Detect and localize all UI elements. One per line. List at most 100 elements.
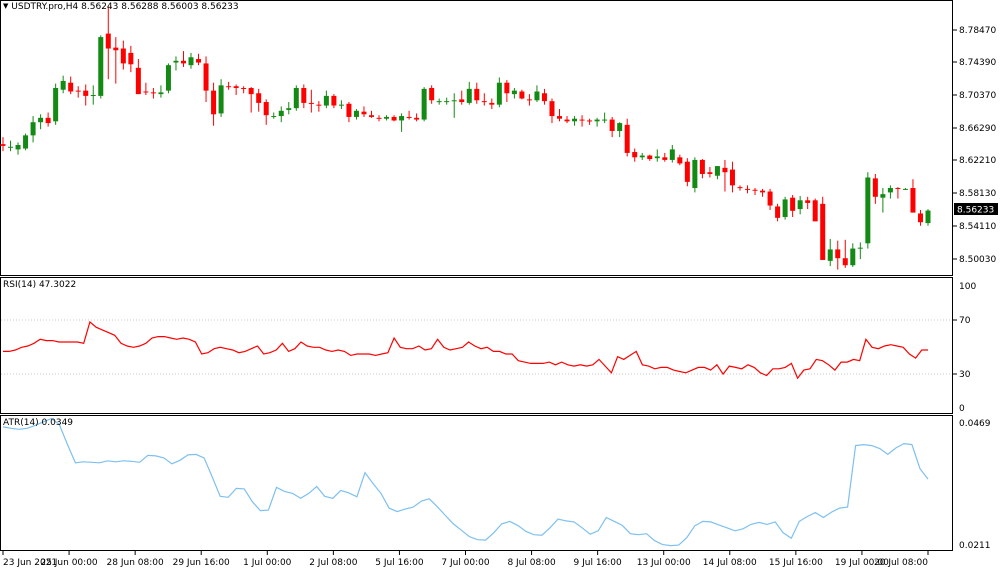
time-axis-label: 9 Jul 16:00 bbox=[574, 558, 623, 568]
price-axis-label: 8.66290 bbox=[959, 124, 996, 134]
ohlc-values: 8.56243 8.56288 8.56003 8.56233 bbox=[81, 2, 239, 12]
candle bbox=[406, 110, 412, 120]
candle bbox=[624, 118, 630, 157]
time-axis-label: 8 Jul 08:00 bbox=[507, 558, 556, 568]
candle bbox=[557, 109, 563, 122]
candle bbox=[587, 118, 593, 125]
candle bbox=[83, 84, 89, 106]
candle bbox=[203, 56, 209, 103]
candle bbox=[865, 172, 871, 249]
candle bbox=[429, 85, 435, 104]
candle bbox=[451, 93, 457, 118]
price-panel-frame bbox=[0, 0, 953, 276]
candle bbox=[293, 85, 299, 111]
candle bbox=[707, 166, 713, 178]
rsi-indicator-label: RSI(14) 47.3022 bbox=[3, 280, 77, 290]
price-axis-label: 8.70370 bbox=[959, 91, 996, 101]
candle bbox=[256, 88, 262, 112]
candle bbox=[880, 188, 886, 213]
candle bbox=[887, 185, 893, 199]
rsi-axis: 100 70 30 0 bbox=[953, 282, 976, 414]
price-axis-label: 8.54110 bbox=[959, 222, 996, 232]
symbol-timeframe: USDTRY.pro,H4 bbox=[11, 2, 79, 12]
candle bbox=[346, 102, 352, 123]
candle bbox=[511, 87, 517, 99]
candle bbox=[323, 90, 329, 109]
candle bbox=[827, 238, 833, 267]
candle bbox=[519, 89, 525, 100]
rsi-axis-label: 0 bbox=[959, 404, 965, 414]
candle bbox=[271, 112, 277, 119]
candle bbox=[609, 116, 615, 138]
candle bbox=[135, 59, 141, 95]
candle bbox=[180, 51, 186, 67]
rsi-axis-label: 100 bbox=[959, 282, 976, 292]
candle bbox=[75, 86, 81, 98]
candle bbox=[331, 94, 337, 109]
chart-window[interactable]: 8.78470 8.74390 8.70370 8.66290 8.62210 … bbox=[0, 0, 1000, 569]
candle bbox=[196, 53, 202, 66]
candle bbox=[173, 56, 179, 71]
candle bbox=[760, 188, 766, 197]
candle bbox=[842, 239, 848, 268]
candle bbox=[263, 99, 269, 125]
candle bbox=[549, 98, 555, 124]
rsi-line bbox=[3, 320, 928, 380]
candle bbox=[286, 102, 292, 115]
symbol-header: ▼ USDTRY.pro,H4 8.56243 8.56288 8.56003 … bbox=[3, 2, 239, 12]
candle bbox=[654, 149, 660, 162]
candle bbox=[722, 159, 728, 192]
candle bbox=[812, 198, 818, 222]
candle bbox=[902, 188, 908, 190]
candle bbox=[729, 161, 735, 193]
chart-canvas[interactable]: 8.78470 8.74390 8.70370 8.66290 8.62210 … bbox=[0, 0, 1000, 569]
price-axis-label: 8.58130 bbox=[959, 189, 996, 199]
candle bbox=[60, 75, 66, 94]
candle bbox=[805, 196, 811, 210]
candle bbox=[414, 113, 420, 122]
candle bbox=[632, 148, 638, 162]
price-axis-label: 8.62210 bbox=[959, 156, 996, 166]
candle bbox=[98, 35, 104, 99]
candle bbox=[692, 157, 698, 193]
candle bbox=[308, 89, 314, 113]
time-axis-label: 25 Jun 00:00 bbox=[40, 558, 97, 568]
candle bbox=[752, 188, 758, 196]
candle bbox=[150, 87, 156, 99]
candle bbox=[714, 166, 720, 180]
current-price-label: 8.56233 bbox=[957, 206, 994, 216]
candles-group bbox=[0, 6, 931, 270]
candle bbox=[797, 195, 803, 215]
candle bbox=[53, 83, 59, 125]
candle bbox=[399, 113, 405, 132]
candle bbox=[504, 80, 510, 103]
candle bbox=[15, 142, 21, 155]
candle bbox=[534, 85, 540, 103]
candle bbox=[391, 115, 397, 122]
candle bbox=[361, 106, 367, 117]
candle bbox=[925, 209, 931, 226]
atr-line bbox=[2, 417, 929, 547]
candle bbox=[775, 203, 781, 222]
atr-panel-frame bbox=[0, 415, 953, 551]
candle bbox=[0, 137, 6, 152]
candle bbox=[767, 188, 773, 210]
time-axis-label: 1 Jul 00:00 bbox=[243, 558, 292, 568]
time-axis-label: 15 Jul 16:00 bbox=[769, 558, 823, 568]
candle bbox=[572, 116, 578, 126]
candle bbox=[564, 116, 570, 124]
time-axis-label: 14 Jul 08:00 bbox=[703, 558, 757, 568]
candle bbox=[684, 158, 690, 187]
triangle-down-icon[interactable]: ▼ bbox=[3, 2, 8, 10]
candle bbox=[38, 114, 44, 130]
atr-axis: 0.0469 0.0211 bbox=[959, 419, 991, 551]
candle bbox=[338, 100, 344, 110]
atr-line-group bbox=[2, 417, 929, 547]
price-axis-label: 8.74390 bbox=[959, 58, 996, 68]
rsi-panel-frame bbox=[0, 277, 953, 414]
price-axis: 8.78470 8.74390 8.70370 8.66290 8.62210 … bbox=[953, 26, 996, 265]
candle bbox=[541, 88, 547, 105]
time-axis-label: 29 Jun 16:00 bbox=[173, 558, 230, 568]
candle bbox=[594, 117, 600, 127]
candle bbox=[737, 185, 743, 191]
